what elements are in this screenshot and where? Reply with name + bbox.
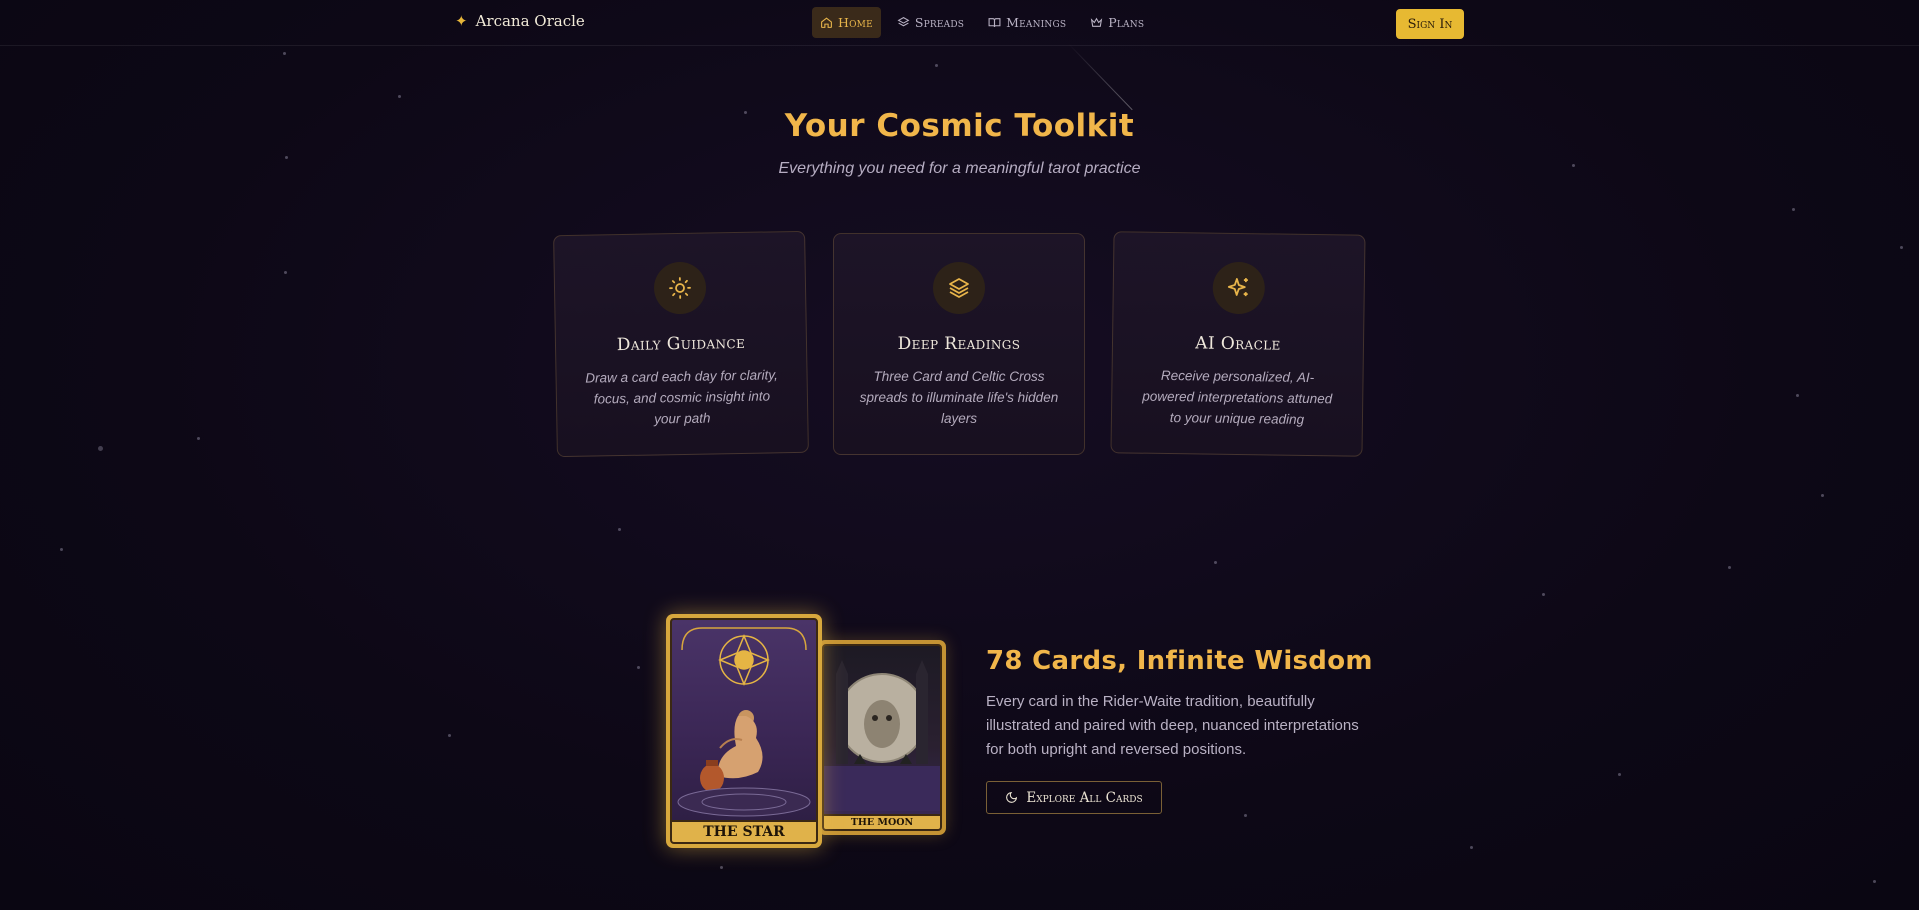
section-title: 78 Cards, Infinite Wisdom — [986, 646, 1373, 676]
nav-link-spreads[interactable]: Spreads — [889, 7, 972, 38]
feature-card-deep-readings: Deep Readings Three Card and Celtic Cros… — [833, 233, 1085, 455]
book-icon — [988, 18, 1001, 27]
explore-all-cards-button[interactable]: Explore All Cards — [986, 781, 1162, 814]
feature-description: Draw a card each day for clarity, focus,… — [585, 367, 778, 427]
home-icon — [821, 17, 832, 28]
shooting-star — [1068, 43, 1133, 111]
sign-in-button[interactable]: Sign In — [1396, 9, 1464, 39]
layers-icon — [897, 17, 910, 27]
tarot-card-the-star: THE STAR — [666, 614, 822, 848]
feature-card-ai-oracle: AI Oracle Receive personalized, AI-power… — [1110, 231, 1366, 457]
star-card-illustration — [677, 627, 811, 817]
nav-link-label: Home — [838, 15, 873, 30]
tarot-card-label: THE STAR — [672, 820, 816, 842]
nav-links: Home Spreads Meanings Plans — [812, 7, 1152, 38]
feature-card-daily-guidance: Daily Guidance Draw a card each day for … — [553, 230, 809, 458]
brand-logo[interactable]: ✦ Arcana Oracle — [455, 12, 585, 30]
feature-icon-badge — [933, 262, 985, 314]
feature-description: Three Card and Celtic Cross spreads to i… — [859, 369, 1059, 426]
feature-description: Receive personalized, AI-powered interpr… — [1142, 367, 1333, 427]
page-subtitle: Everything you need for a meaningful tar… — [778, 160, 1141, 177]
tarot-card-label: THE MOON — [824, 814, 940, 829]
nav-link-meanings[interactable]: Meanings — [980, 7, 1074, 38]
sparkle-icon: ✦ — [455, 12, 468, 30]
nav-link-label: Plans — [1108, 15, 1145, 30]
tarot-card-the-moon: THE MOON — [818, 640, 946, 835]
explore-button-label: Explore All Cards — [1026, 789, 1143, 806]
sun-icon — [669, 277, 691, 299]
page-title: Your Cosmic Toolkit — [784, 108, 1135, 144]
feature-icon-badge — [1212, 261, 1266, 315]
moon-icon — [1006, 791, 1018, 803]
feature-title: Deep Readings — [897, 334, 1021, 354]
nav-link-home[interactable]: Home — [812, 7, 881, 38]
brand-name: Arcana Oracle — [475, 12, 585, 30]
feature-title: Daily Guidance — [616, 332, 746, 356]
feature-icon-badge — [653, 261, 707, 315]
crown-icon — [1091, 17, 1103, 27]
nav-link-label: Meanings — [1006, 15, 1067, 30]
sparkles-icon — [1227, 278, 1248, 297]
nav-link-plans[interactable]: Plans — [1082, 7, 1152, 38]
top-navbar: ✦ Arcana Oracle Home Spreads Meanings Pl… — [0, 0, 1919, 46]
moon-card-illustration — [824, 660, 940, 811]
feature-title: AI Oracle — [1195, 333, 1281, 355]
section-description: Every card in the Rider-Waite tradition,… — [986, 693, 1359, 758]
nav-link-label: Spreads — [914, 15, 965, 30]
layers-icon — [949, 278, 969, 298]
